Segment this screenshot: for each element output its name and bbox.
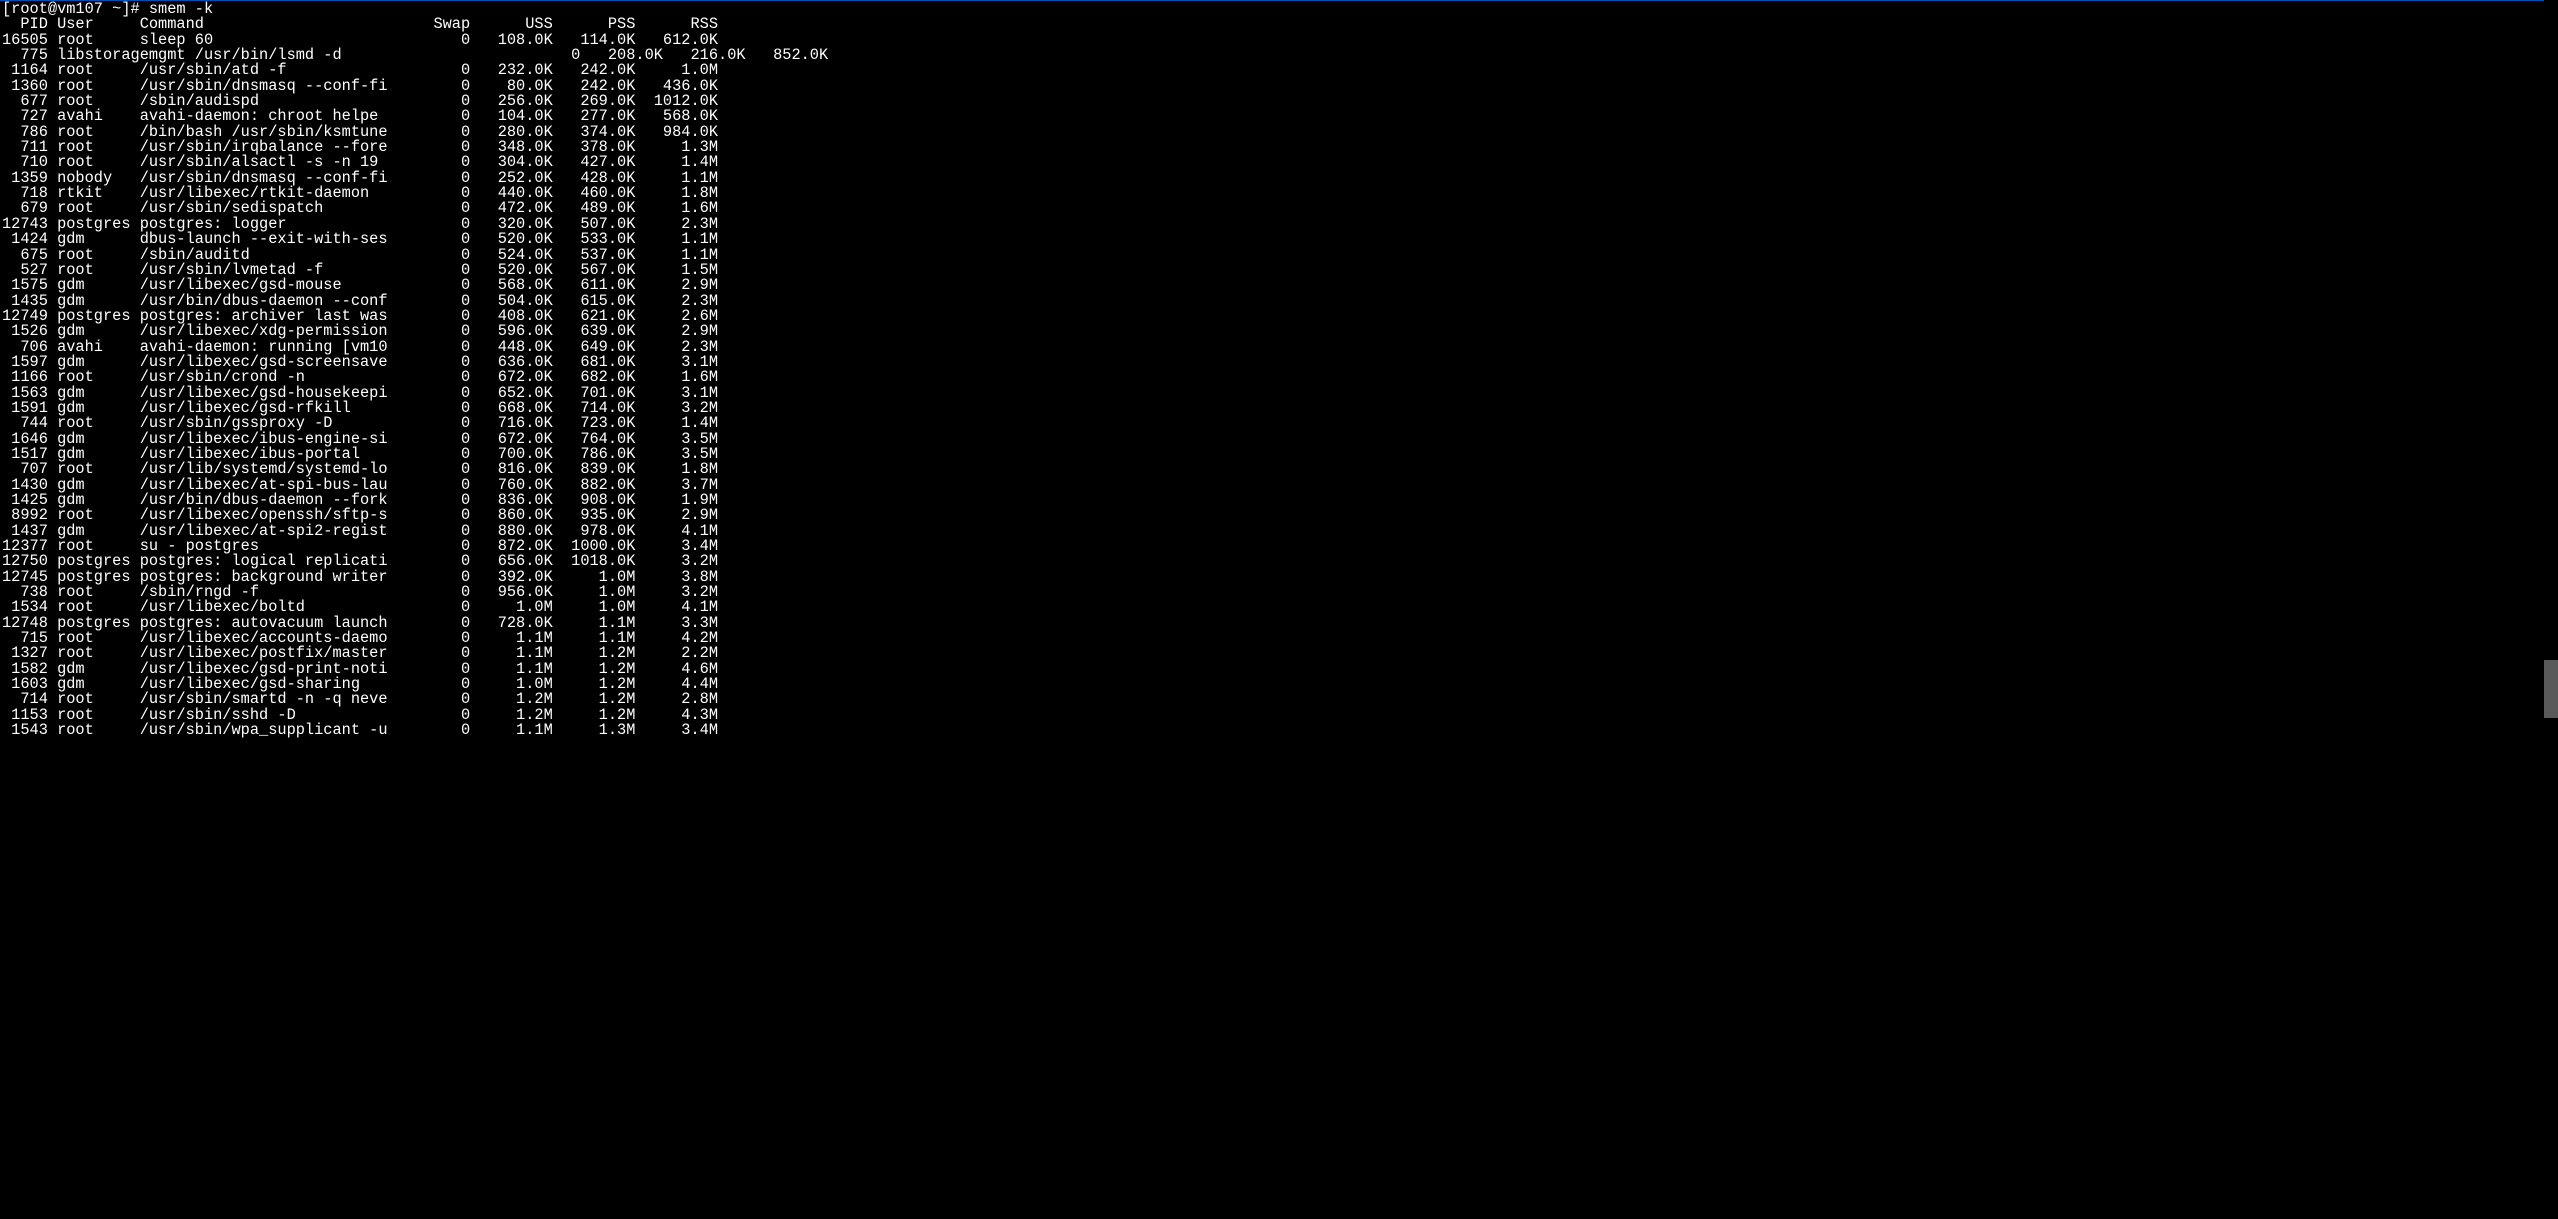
scrollbar-track[interactable] <box>2544 0 2558 1219</box>
scrollbar-thumb[interactable] <box>2544 660 2558 718</box>
table-body: 16505 root sleep 60 0 108.0K 114.0K 612.… <box>2 31 828 739</box>
window-top-border <box>0 0 2544 1</box>
terminal-output[interactable]: [root@vm107 ~]# smem -k PID User Command… <box>0 0 2558 739</box>
